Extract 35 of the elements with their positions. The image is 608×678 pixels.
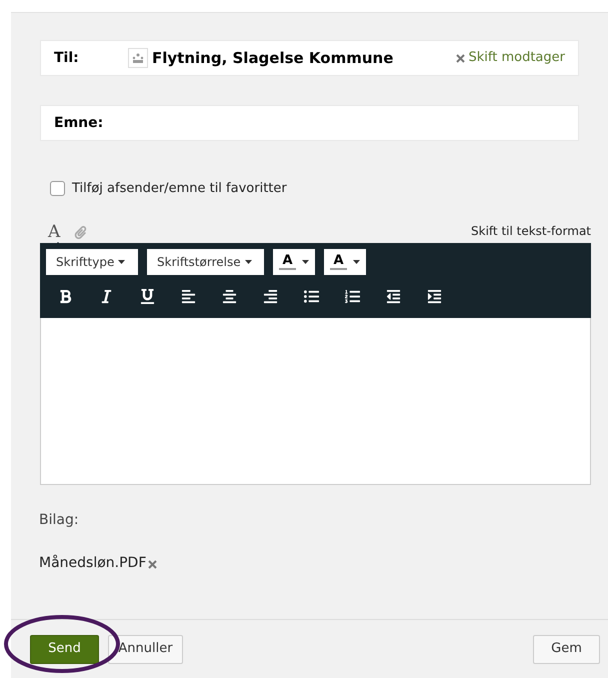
attachment-file[interactable]: Månedsløn.PDF <box>39 552 146 574</box>
to-label: Til: <box>54 48 80 68</box>
bold-button[interactable] <box>58 288 73 304</box>
align-right-button[interactable] <box>263 288 278 304</box>
paperclip-icon <box>74 226 88 239</box>
favorite-checkbox[interactable] <box>50 181 65 196</box>
close-icon <box>456 54 464 62</box>
numbered-list-button[interactable] <box>345 288 360 304</box>
caret-icon <box>352 260 360 264</box>
save-button[interactable]: Gem <box>533 634 600 664</box>
favorite-label: Tilføj afsender/emne til favoritter <box>72 180 287 198</box>
outdent-button[interactable] <box>386 288 401 304</box>
italic-button[interactable] <box>99 288 114 304</box>
switch-format-link[interactable]: Skift til tekst-format <box>471 222 591 240</box>
align-center-button[interactable] <box>222 288 237 304</box>
underline-button[interactable] <box>140 288 155 304</box>
indent-button[interactable] <box>427 288 442 304</box>
font-dropdown[interactable]: Skriftstørrelse <box>147 248 264 274</box>
font-dropdown[interactable]: Skrifttype <box>46 248 138 274</box>
caret-icon <box>244 260 252 264</box>
send-button[interactable]: Send <box>30 634 99 664</box>
bullet-list-button[interactable] <box>304 288 319 304</box>
color-dropdown[interactable]: A <box>324 248 366 274</box>
cancel-button[interactable]: Annuller <box>108 634 183 664</box>
caret-icon <box>118 260 126 264</box>
caret-icon <box>302 260 309 264</box>
subject-field[interactable]: Emne: <box>40 105 579 141</box>
organization-icon <box>128 48 148 68</box>
attachments-label: Bilag: <box>39 510 80 530</box>
change-recipient-link[interactable]: Skift modtager <box>456 48 565 68</box>
recipient-name: Flytning, Slagelse Kommune <box>152 48 394 69</box>
color-dropdown[interactable]: A <box>273 248 315 274</box>
remove-icon[interactable] <box>148 560 158 568</box>
subject-label: Emne: <box>54 114 104 132</box>
align-left-button[interactable] <box>181 288 196 304</box>
